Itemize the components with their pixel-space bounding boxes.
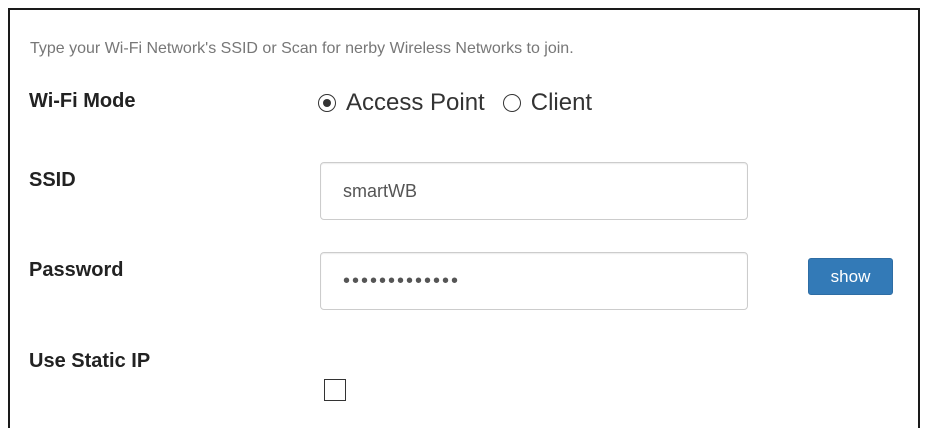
radio-option-client[interactable]: Client [502, 89, 593, 117]
client-radio[interactable] [502, 94, 521, 112]
access-point-label: Access Point [346, 89, 485, 116]
radio-option-access-point[interactable]: Access Point [318, 89, 485, 117]
form-hint: Type your Wi-Fi Network's SSID or Scan f… [30, 40, 574, 57]
show-password-button[interactable]: show [808, 258, 893, 295]
password-label: Password [29, 259, 124, 281]
wifi-settings-panel: Type your Wi-Fi Network's SSID or Scan f… [8, 8, 920, 428]
ssid-label: SSID [29, 169, 76, 191]
ssid-input[interactable]: smartWB [320, 162, 748, 220]
wifi-mode-radio-group: Access Point Client [318, 89, 610, 117]
wifi-mode-label: Wi-Fi Mode [29, 90, 136, 112]
password-input[interactable]: ••••••••••••• [320, 252, 748, 310]
client-label: Client [530, 89, 593, 116]
static-ip-label: Use Static IP [29, 350, 151, 372]
static-ip-checkbox[interactable] [324, 379, 346, 401]
access-point-radio[interactable] [318, 94, 336, 112]
